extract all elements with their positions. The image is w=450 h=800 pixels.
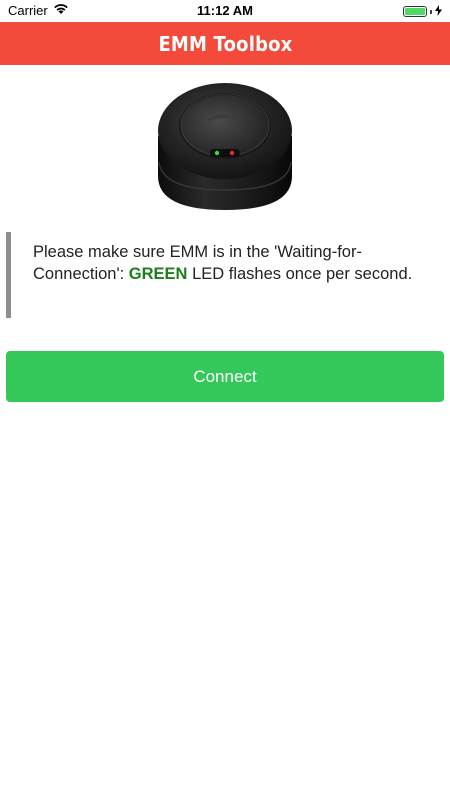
app-screen: Carrier 11:12 AM EMM Toolbox Please make…	[0, 0, 450, 800]
connect-button[interactable]: Connect	[6, 351, 444, 402]
emm-device-image	[150, 76, 300, 216]
status-bar: Carrier 11:12 AM	[0, 0, 450, 22]
instruction-highlight: GREEN	[128, 265, 188, 283]
nav-title: EMM Toolbox	[157, 31, 293, 56]
nav-bar: EMM Toolbox	[0, 22, 450, 65]
battery-cap	[430, 9, 432, 14]
charging-bolt-icon	[435, 4, 442, 19]
instruction-text-after: LED flashes once per second.	[187, 265, 413, 283]
status-right	[403, 4, 442, 19]
battery-icon	[403, 6, 427, 17]
instruction-block: Please make sure EMM is in the 'Waiting-…	[6, 232, 426, 318]
status-time: 11:12 AM	[197, 3, 253, 18]
